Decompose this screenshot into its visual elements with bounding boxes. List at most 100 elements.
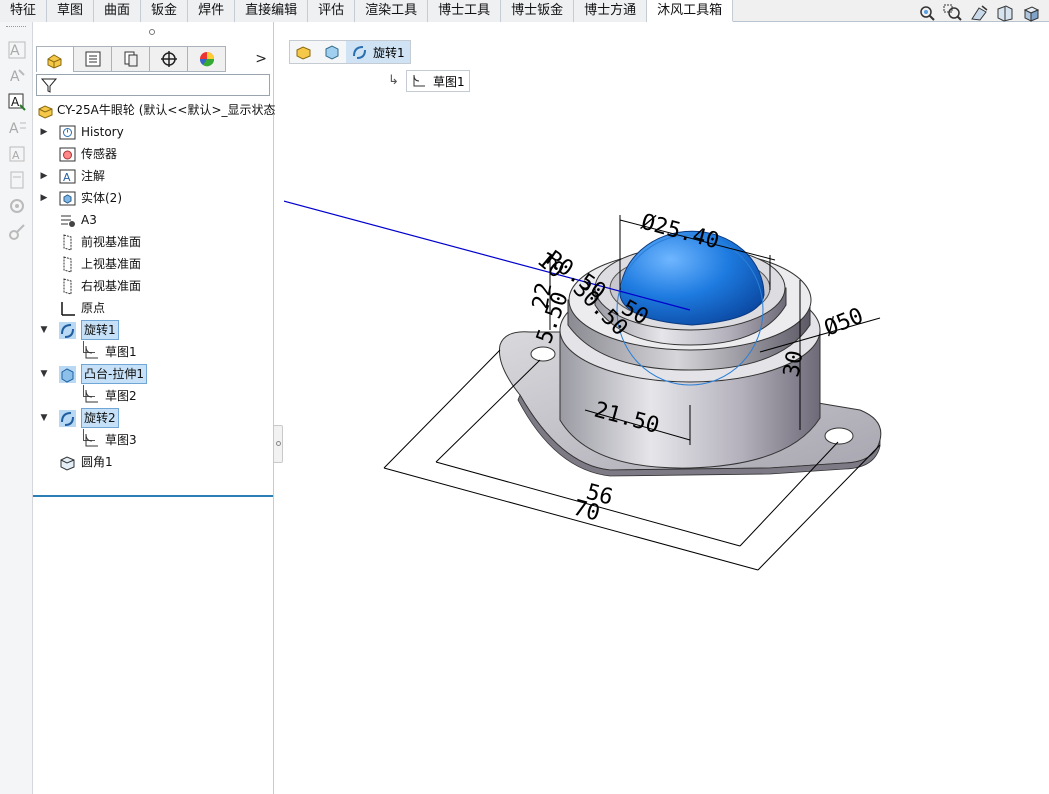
tree-item[interactable]: 原点 bbox=[33, 297, 274, 319]
rollback-bar[interactable] bbox=[33, 495, 273, 497]
tab-2[interactable]: 曲面 bbox=[94, 0, 142, 22]
auto-balloon-icon[interactable]: A bbox=[7, 118, 27, 138]
tree-item[interactable]: ▶ History bbox=[33, 121, 274, 143]
filter-icon bbox=[40, 78, 58, 93]
breadcrumb-feature[interactable]: 旋转1 bbox=[346, 41, 410, 63]
tree-item[interactable]: 圆角1 bbox=[33, 451, 274, 473]
sketch-icon bbox=[83, 344, 100, 361]
sensor-icon bbox=[59, 146, 76, 163]
previous-view-icon[interactable] bbox=[969, 4, 989, 22]
configuration-manager-icon bbox=[124, 51, 137, 67]
tree-item-label: A3 bbox=[81, 213, 97, 227]
zoom-area-icon[interactable] bbox=[943, 4, 963, 22]
zoom-to-fit-icon[interactable] bbox=[917, 4, 937, 22]
tree-item[interactable]: ▼ 旋转2 bbox=[33, 407, 274, 429]
breadcrumb-sketch-label: 草图1 bbox=[433, 74, 465, 89]
panel-tabs bbox=[33, 46, 274, 72]
tree-root[interactable]: CY-25A牛眼轮 (默认<<默认>_显示状态 bbox=[33, 99, 276, 121]
balloon-icon[interactable]: A bbox=[7, 92, 27, 112]
tree-item-label: 上视基准面 bbox=[81, 257, 142, 271]
annotation-toolbar: A A A A A bbox=[0, 22, 33, 794]
sketch-icon bbox=[83, 388, 100, 405]
tree-item[interactable]: A3 bbox=[33, 209, 274, 231]
tree-item[interactable]: 上视基准面 bbox=[33, 253, 274, 275]
tree-item[interactable]: 前视基准面 bbox=[33, 231, 274, 253]
smart-dimension-icon[interactable]: A bbox=[7, 40, 27, 60]
feature-manager-panel: > CY-25A牛眼轮 (默认<<默认>_显示状态 ▶ History 传感器 ▶ A 注解… bbox=[33, 22, 276, 794]
tree-item[interactable]: ▼ 凸台-拉伸1 bbox=[33, 363, 274, 385]
material-icon bbox=[59, 212, 76, 229]
part-icon bbox=[296, 46, 311, 60]
tree-item-label: 草图3 bbox=[105, 433, 137, 447]
tree-item[interactable]: 草图3 bbox=[33, 429, 274, 451]
tab-10[interactable]: 博士方通 bbox=[574, 0, 648, 22]
tree-item-label: 草图1 bbox=[105, 345, 137, 359]
solid-bodies-icon bbox=[59, 190, 76, 207]
tree-item-label: History bbox=[81, 125, 124, 139]
tab-dimxpert[interactable] bbox=[150, 46, 188, 72]
panel-grip[interactable] bbox=[149, 29, 155, 35]
tab-3[interactable]: 钣金 bbox=[141, 0, 189, 22]
tab-8[interactable]: 博士工具 bbox=[428, 0, 502, 22]
breadcrumb-child-arrow-icon: ↳ bbox=[388, 73, 399, 88]
tree-item[interactable]: ▶ 实体(2) bbox=[33, 187, 274, 209]
breadcrumb-part[interactable] bbox=[290, 41, 318, 63]
tab-5[interactable]: 直接编辑 bbox=[235, 0, 309, 22]
sketch-icon bbox=[83, 432, 100, 449]
view-orientation-icon[interactable] bbox=[1021, 4, 1041, 22]
revolve-icon bbox=[59, 410, 76, 427]
tab-feature-manager[interactable] bbox=[36, 46, 74, 72]
expand-arrow-icon[interactable]: ▶ bbox=[39, 121, 49, 143]
property-manager-icon bbox=[85, 51, 100, 67]
tab-property-manager[interactable] bbox=[74, 46, 112, 72]
tree-item-label: 草图2 bbox=[105, 389, 137, 403]
collapse-arrow-icon[interactable]: ▼ bbox=[39, 363, 49, 385]
svg-text:A: A bbox=[9, 121, 19, 137]
tab-configuration-manager[interactable] bbox=[112, 46, 150, 72]
panel-collapse-handle[interactable] bbox=[273, 425, 283, 463]
tab-6[interactable]: 评估 bbox=[308, 0, 356, 22]
tree-item[interactable]: ▶ A 注解 bbox=[33, 165, 274, 187]
svg-text:A: A bbox=[10, 69, 20, 85]
revolve-icon bbox=[59, 322, 76, 339]
tab-4[interactable]: 焊件 bbox=[188, 0, 236, 22]
origin-icon bbox=[59, 300, 76, 317]
tree-item[interactable]: 草图1 bbox=[33, 341, 274, 363]
feature-tree: CY-25A牛眼轮 (默认<<默认>_显示状态 ▶ History 传感器 ▶ A 注解 ▶ 实… bbox=[33, 99, 276, 473]
annotation-icon: A bbox=[59, 168, 76, 185]
section-view-icon[interactable] bbox=[995, 4, 1015, 22]
svg-text:A: A bbox=[11, 95, 20, 109]
tree-item-label: 前视基准面 bbox=[81, 235, 142, 249]
feature-manager-icon bbox=[47, 53, 62, 69]
tab-11[interactable]: 沐风工具箱 bbox=[647, 0, 734, 22]
graphics-area[interactable]: Ø25.40 Ø50 30 22 21.50 56 70 R0.50 10 30… bbox=[275, 22, 1049, 794]
tab-display-manager[interactable] bbox=[188, 46, 226, 72]
dim-height[interactable]: 30 bbox=[779, 349, 808, 379]
hole-callout-icon[interactable] bbox=[7, 196, 27, 216]
breadcrumb-body[interactable] bbox=[318, 41, 346, 63]
weld-symbol-icon[interactable] bbox=[7, 170, 27, 190]
model-view: Ø25.40 Ø50 30 22 21.50 56 70 R0.50 10 30… bbox=[275, 22, 1049, 794]
breadcrumb-sketch[interactable]: 草图1 bbox=[406, 70, 470, 92]
tree-item[interactable]: 右视基准面 bbox=[33, 275, 274, 297]
surface-finish-icon[interactable]: A bbox=[7, 144, 27, 164]
note-icon[interactable]: A bbox=[7, 66, 27, 86]
tab-0[interactable]: 特征 bbox=[0, 0, 48, 22]
tree-root-label: CY-25A牛眼轮 (默认<<默认>_显示状态 bbox=[57, 103, 276, 117]
collapse-arrow-icon[interactable]: ▼ bbox=[39, 407, 49, 429]
tree-item[interactable]: 传感器 bbox=[33, 143, 274, 165]
fillet-icon bbox=[59, 454, 76, 471]
plane-icon bbox=[59, 234, 76, 251]
next-tab-arrow[interactable]: > bbox=[255, 51, 267, 67]
tree-item[interactable]: 草图2 bbox=[33, 385, 274, 407]
datum-icon[interactable] bbox=[7, 222, 27, 242]
tab-7[interactable]: 渲染工具 bbox=[355, 0, 429, 22]
tree-filter-input[interactable] bbox=[36, 74, 270, 96]
tab-1[interactable]: 草图 bbox=[47, 0, 95, 22]
expand-arrow-icon[interactable]: ▶ bbox=[39, 187, 49, 209]
command-manager-tabs: 特征 草图 曲面 钣金 焊件 直接编辑 评估 渲染工具 博士工具 博士钣金 博士方通 沐风工具箱 bbox=[0, 0, 1049, 22]
tree-item[interactable]: ▼ 旋转1 bbox=[33, 319, 274, 341]
tab-9[interactable]: 博士钣金 bbox=[501, 0, 575, 22]
collapse-arrow-icon[interactable]: ▼ bbox=[39, 319, 49, 341]
expand-arrow-icon[interactable]: ▶ bbox=[39, 165, 49, 187]
